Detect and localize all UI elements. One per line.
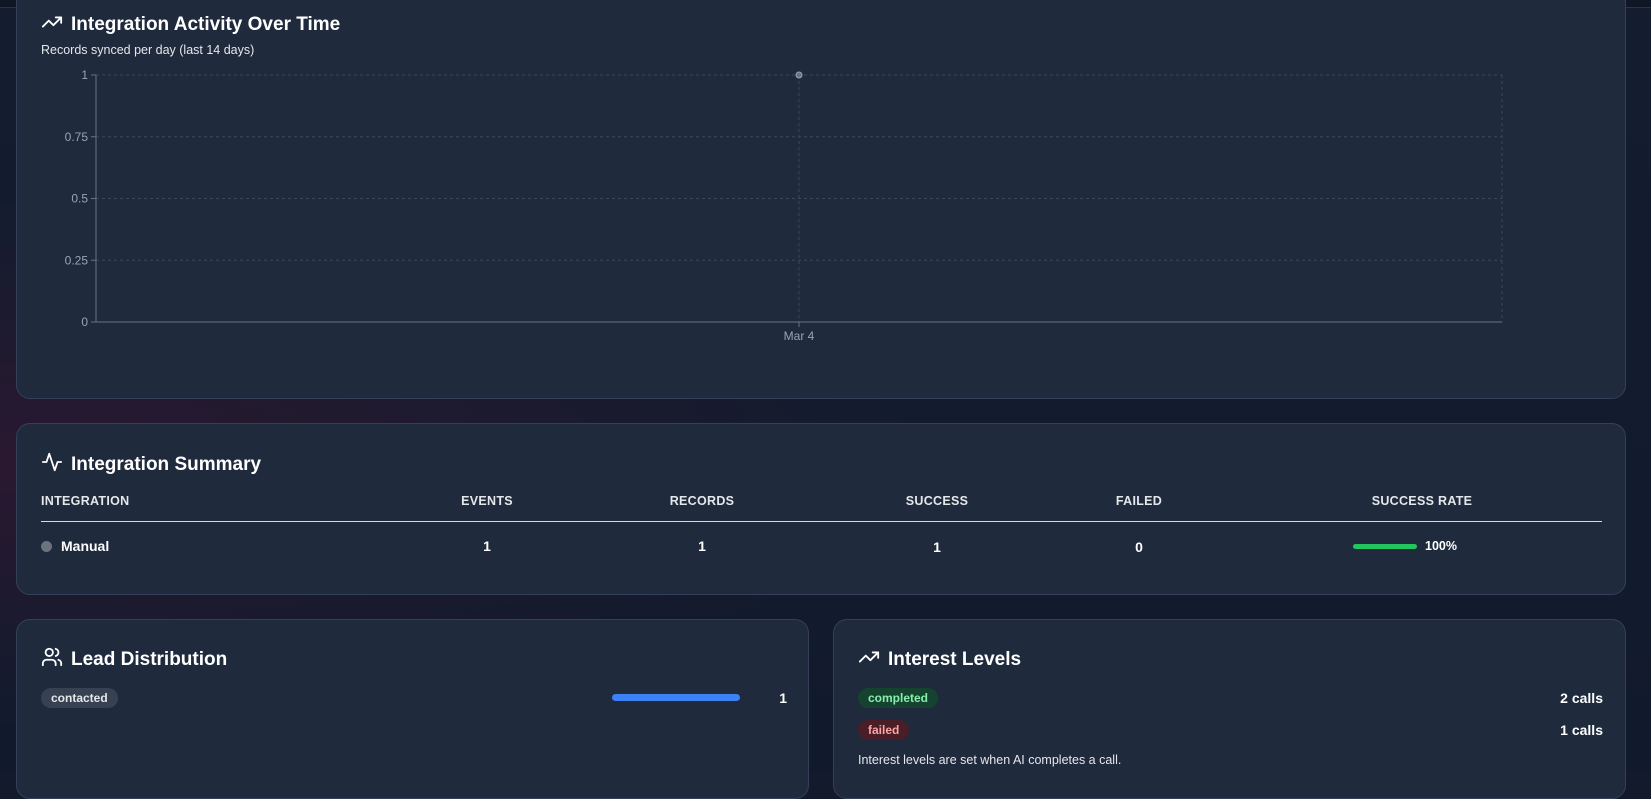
lead-count: 1: [779, 690, 787, 706]
interest-badge-completed: completed: [858, 688, 939, 708]
success-rate-bar-fill: [1353, 544, 1417, 549]
interest-count-failed: 1 calls: [1560, 722, 1603, 738]
summary-title: Integration Summary: [71, 454, 262, 475]
chart-y-tick-label: 0.25: [65, 253, 89, 267]
col-success: SUCCESS: [905, 494, 969, 508]
integration-status-dot: [41, 541, 52, 552]
interest-badge-failed: failed: [858, 720, 910, 740]
activity-chart: 0 0.25 0.5 0.75 1 Mar 4: [65, 68, 1503, 343]
users-icon: [41, 646, 63, 674]
lead-bar-fill: [612, 694, 740, 701]
chart-y-tick-label: 0: [81, 315, 88, 329]
success-rate-value: 100%: [1425, 539, 1457, 553]
success-rate-bar: [1353, 544, 1417, 549]
chart-y-tick-label: 0.5: [71, 192, 88, 206]
summary-card: Integration Summary INTEGRATION EVENTS R…: [16, 423, 1626, 595]
table-header-divider: [41, 521, 1602, 522]
activity-card: Integration Activity Over Time Records s…: [16, 0, 1626, 399]
integration-name: Manual: [61, 538, 110, 554]
activity-icon: [41, 451, 63, 479]
lead-distribution-card: Lead Distribution contacted 1: [16, 619, 809, 799]
lead-card-title: Lead Distribution: [41, 646, 227, 674]
lead-status-badge: contacted: [41, 688, 118, 708]
col-events: EVENTS: [461, 494, 513, 508]
chart-y-tick-label: 0.75: [65, 130, 89, 144]
col-integration: INTEGRATION: [41, 494, 130, 508]
interest-count-completed: 2 calls: [1560, 690, 1603, 706]
interest-note: Interest levels are set when AI complete…: [858, 753, 1122, 767]
col-success-rate: SUCCESS RATE: [1371, 494, 1473, 508]
summary-card-title: Integration Summary: [41, 451, 261, 479]
failed-cell: 0: [1135, 539, 1143, 555]
lead-bar: [612, 694, 740, 701]
interest-title: Interest Levels: [888, 649, 1022, 670]
lead-title: Lead Distribution: [71, 649, 228, 670]
col-failed: FAILED: [1115, 494, 1163, 508]
success-cell: 1: [933, 539, 941, 555]
records-cell: 1: [698, 538, 706, 554]
integration-cell: Manual: [41, 538, 109, 554]
interest-card-title: Interest Levels: [858, 646, 1021, 674]
chart-x-tick-label: Mar 4: [784, 329, 815, 343]
events-cell: 1: [483, 538, 491, 554]
col-records: RECORDS: [669, 494, 735, 508]
chart-data-point: [795, 71, 803, 79]
interest-levels-card: Interest Levels completed 2 calls failed…: [833, 619, 1626, 799]
chart-y-tick-label: 1: [81, 68, 88, 82]
trending-up-icon: [858, 646, 880, 674]
